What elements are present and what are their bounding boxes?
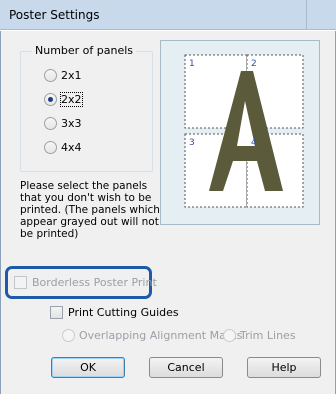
radio-label: 2x2 [60, 92, 83, 107]
instructions-text: Please select the panels that you don't … [20, 180, 160, 240]
checkbox-label: Borderless Poster Print [32, 276, 157, 289]
panels-group [20, 51, 153, 172]
checkbox-box[interactable] [14, 276, 27, 289]
checkbox-box[interactable] [50, 306, 63, 319]
radio-label: Trim Lines [240, 329, 296, 342]
panel-number-1: 1 [189, 59, 195, 69]
panel-number-2: 2 [251, 59, 257, 69]
title-bar: Poster Settings [0, 0, 336, 30]
radio-circle[interactable] [223, 329, 236, 342]
help-button[interactable]: Help [247, 357, 321, 378]
radio-circle[interactable] [44, 117, 57, 130]
radio-label: Overlapping Alignment Marks [79, 329, 243, 342]
panel-number-4: 4 [251, 138, 257, 148]
radio-label: 2x1 [61, 69, 82, 82]
radio-circle[interactable] [44, 93, 57, 106]
window-title: Poster Settings [9, 8, 100, 22]
checkbox-label: Print Cutting Guides [68, 306, 179, 319]
radio-circle[interactable] [44, 141, 57, 154]
cancel-button[interactable]: Cancel [149, 357, 223, 378]
close-icon[interactable] [306, 0, 336, 30]
radio-label: 3x3 [61, 117, 82, 130]
poster-preview: 1 2 3 4 [160, 40, 320, 225]
radio-circle[interactable] [62, 329, 75, 342]
panels-group-legend: Number of panels [32, 44, 137, 57]
radio-circle[interactable] [44, 69, 57, 82]
radio-label: 4x4 [61, 141, 82, 154]
ok-button[interactable]: OK [51, 357, 125, 378]
radio-selected-dot [48, 97, 53, 102]
preview-panels: 1 2 3 4 [184, 54, 304, 208]
panel-number-3: 3 [189, 138, 195, 148]
